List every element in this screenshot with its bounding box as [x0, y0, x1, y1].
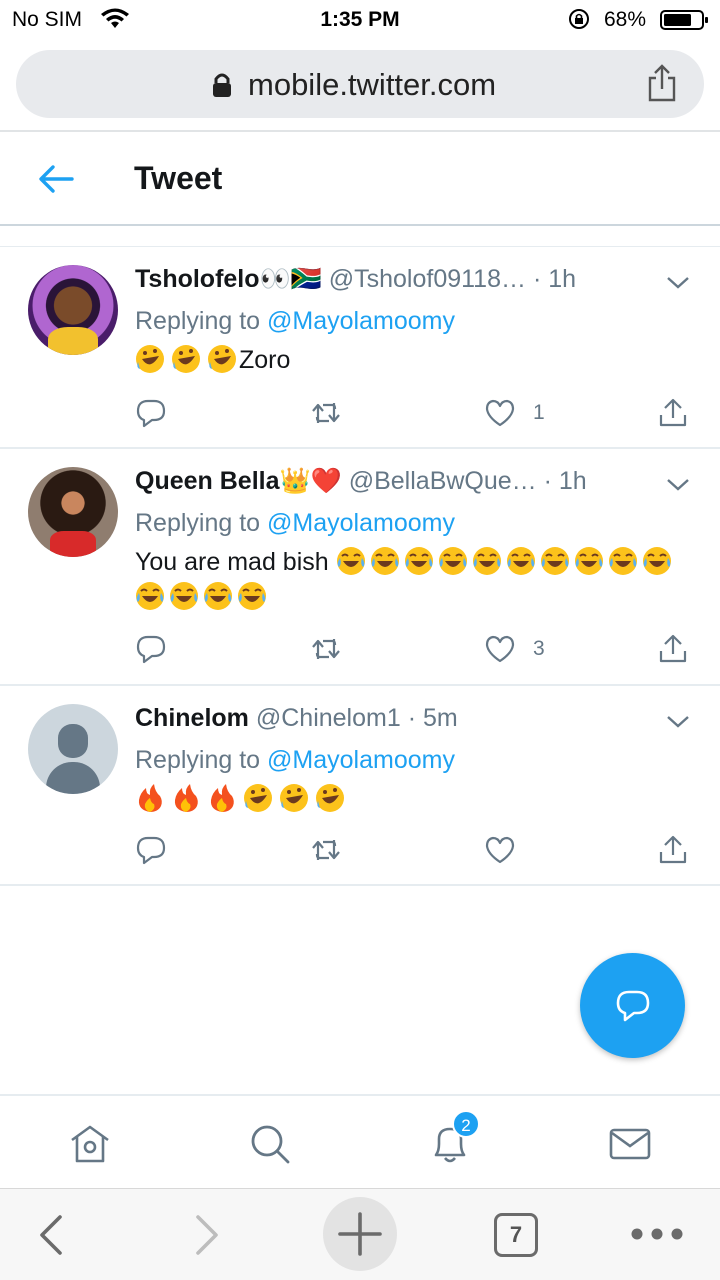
- tweet-header: Chinelom @Chinelom1 · 5m: [135, 704, 458, 733]
- joy-emoji-icon: [574, 547, 603, 575]
- mail-icon[interactable]: [608, 1122, 652, 1166]
- reply-icon[interactable]: [135, 834, 167, 866]
- rofl-emoji-icon: [208, 345, 236, 373]
- like-count: 3: [533, 637, 545, 660]
- compose-reply-button[interactable]: [580, 953, 685, 1058]
- replying-to: Replying to @Mayolamoomy: [135, 746, 455, 775]
- mention-link[interactable]: @Mayolamoomy: [267, 746, 455, 774]
- plus-icon: [338, 1212, 382, 1256]
- fire-emoji-icon: [174, 784, 198, 812]
- retweet-icon[interactable]: [310, 834, 342, 866]
- joy-emoji-icon: [404, 547, 433, 575]
- joy-emoji-icon: [370, 547, 399, 575]
- orientation-lock-icon: [569, 9, 589, 29]
- rofl-emoji-icon: [316, 784, 344, 812]
- author-handle[interactable]: @BellaBwQue…: [349, 467, 537, 495]
- forward-icon[interactable]: [190, 1213, 222, 1257]
- author-name[interactable]: Tsholofelo👀🇿🇦: [135, 265, 322, 293]
- padlock-icon: [213, 73, 231, 97]
- tabs-button[interactable]: 7: [494, 1213, 538, 1257]
- share-icon[interactable]: [657, 397, 689, 429]
- replying-prefix: Replying to: [135, 307, 268, 335]
- rofl-emoji-icon: [280, 784, 308, 812]
- tweet-item[interactable]: Tsholofelo👀🇿🇦 @Tsholof09118… · 1h Replyi…: [0, 247, 720, 449]
- tweet-item[interactable]: Queen Bella👑❤️ @BellaBwQue… · 1h Replyin…: [0, 449, 720, 686]
- fire-emoji-icon: [210, 784, 234, 812]
- status-bar: No SIM 1:35 PM 68%: [0, 0, 720, 40]
- more-icon[interactable]: [630, 1227, 684, 1241]
- avatar[interactable]: [28, 265, 118, 355]
- replying-to: Replying to @Mayolamoomy: [135, 509, 455, 538]
- reply-icon[interactable]: [135, 633, 167, 665]
- joy-emoji-icon: [438, 547, 467, 575]
- battery-icon: [660, 10, 708, 30]
- joy-emoji-icon: [204, 582, 232, 610]
- mention-link[interactable]: @Mayolamoomy: [267, 307, 455, 335]
- tweet-body-text: Zoro: [239, 346, 291, 374]
- rofl-emoji-icon: [172, 345, 200, 373]
- back-arrow-icon[interactable]: [36, 162, 76, 196]
- author-name[interactable]: Queen Bella👑❤️: [135, 467, 342, 495]
- tweet-text: [135, 782, 695, 817]
- tweet-text: Zoro: [135, 343, 695, 378]
- joy-emoji-icon: [540, 547, 569, 575]
- replying-prefix: Replying to: [135, 509, 268, 537]
- rofl-emoji-icon: [244, 784, 272, 812]
- like-count: 1: [533, 401, 545, 424]
- tweet-time: · 1h: [543, 467, 587, 495]
- tweet-item[interactable]: Chinelom @Chinelom1 · 5m Replying to @Ma…: [0, 686, 720, 886]
- reply-icon[interactable]: [135, 397, 167, 429]
- author-handle[interactable]: @Chinelom1: [256, 704, 401, 732]
- avatar[interactable]: [28, 704, 118, 794]
- joy-emoji-icon: [608, 547, 637, 575]
- mention-link[interactable]: @Mayolamoomy: [267, 509, 455, 537]
- replying-to: Replying to @Mayolamoomy: [135, 307, 455, 336]
- author-name[interactable]: Chinelom: [135, 704, 249, 732]
- joy-emoji-icon: [506, 547, 535, 575]
- page-title: Tweet: [134, 160, 223, 196]
- address-bar[interactable]: mobile.twitter.com: [16, 50, 704, 118]
- share-icon[interactable]: [657, 633, 689, 665]
- retweet-icon[interactable]: [310, 397, 342, 429]
- joy-emoji-icon: [136, 582, 164, 610]
- share-icon[interactable]: [646, 64, 678, 102]
- rofl-emoji-icon: [136, 345, 164, 373]
- tweet-time: · 5m: [407, 704, 458, 732]
- tweet-text: You are mad bish: [135, 545, 695, 615]
- reply-bubble-icon: [616, 990, 650, 1022]
- joy-emoji-icon: [170, 582, 198, 610]
- share-icon[interactable]: [657, 834, 689, 866]
- like-icon[interactable]: [484, 834, 516, 866]
- chevron-down-icon[interactable]: [666, 477, 690, 493]
- chevron-down-icon[interactable]: [666, 714, 690, 730]
- notifications-badge: 2: [452, 1110, 480, 1138]
- author-handle[interactable]: @Tsholof09118…: [329, 265, 526, 293]
- joy-emoji-icon: [642, 547, 671, 575]
- fire-emoji-icon: [138, 784, 162, 812]
- tweet-header: Queen Bella👑❤️ @BellaBwQue… · 1h: [135, 467, 587, 496]
- chevron-down-icon[interactable]: [666, 275, 690, 291]
- replying-prefix: Replying to: [135, 746, 268, 774]
- like-icon[interactable]: [484, 633, 516, 665]
- tweet-header: Tsholofelo👀🇿🇦 @Tsholof09118… · 1h: [135, 265, 576, 294]
- tweet-time: · 1h: [532, 265, 577, 293]
- new-tab-button[interactable]: [323, 1197, 397, 1271]
- avatar[interactable]: [28, 467, 118, 557]
- bottom-tab-bar: 2: [0, 1094, 720, 1190]
- joy-emoji-icon: [472, 547, 501, 575]
- tweet-body-text: You are mad bish: [135, 548, 329, 576]
- back-icon[interactable]: [36, 1213, 68, 1257]
- url-text[interactable]: mobile.twitter.com: [248, 67, 496, 103]
- battery-percent: 68%: [604, 8, 647, 31]
- page-header: Tweet: [0, 132, 720, 226]
- search-icon[interactable]: [248, 1122, 292, 1166]
- joy-emoji-icon: [238, 582, 266, 610]
- home-icon[interactable]: [68, 1122, 112, 1166]
- browser-toolbar: 7: [0, 1188, 720, 1280]
- like-icon[interactable]: [484, 397, 516, 429]
- header-border: [0, 224, 720, 226]
- retweet-icon[interactable]: [310, 633, 342, 665]
- joy-emoji-icon: [336, 547, 365, 575]
